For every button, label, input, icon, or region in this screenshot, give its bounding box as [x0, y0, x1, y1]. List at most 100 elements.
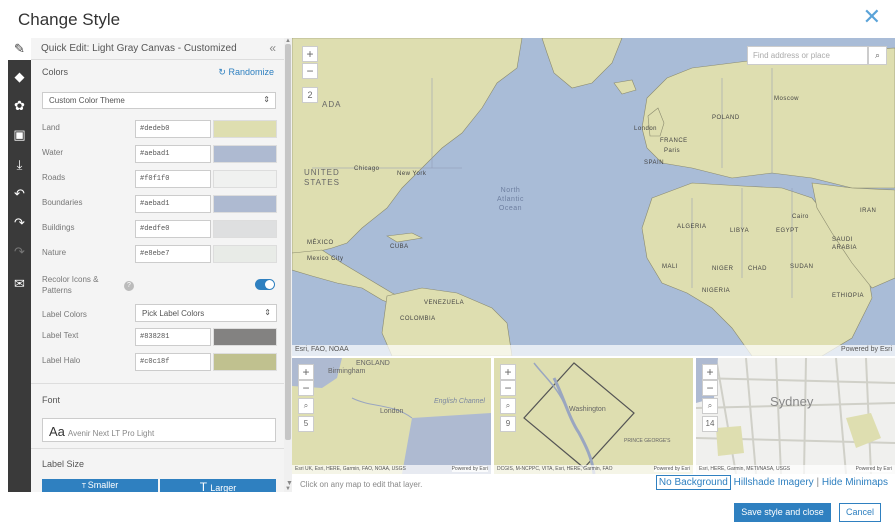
no-background-link[interactable]: No Background: [655, 475, 731, 490]
panel.label_rows-row: Label Halo #c0c18f: [31, 351, 284, 373]
zoom-in-button[interactable]: +: [500, 364, 516, 380]
map-label-ocean: North Atlantic Ocean: [497, 187, 524, 212]
minimap-london[interactable]: + − ⌕ 5 ENGLAND Birmingham London Englis…: [292, 358, 491, 474]
label-colors-select[interactable]: Pick Label Colors ⇕: [135, 304, 277, 322]
redo-icon[interactable]: ↷: [8, 212, 31, 234]
color-swatch[interactable]: [213, 120, 277, 138]
color-swatch[interactable]: [213, 195, 277, 213]
search-icon[interactable]: ⌕: [702, 398, 718, 414]
hex-input[interactable]: #c0c18f: [135, 353, 211, 371]
zoom-level: 2: [302, 87, 318, 103]
randomize-link[interactable]: ↻ Randomize: [218, 67, 274, 78]
map-attribution: DCGIS, M-NCPPC, VITA, Esri, HERE, Garmin…: [494, 465, 693, 474]
hex-input[interactable]: #dedeb0: [135, 120, 211, 138]
close-icon[interactable]: ✕: [863, 6, 881, 28]
hide-minimaps-link[interactable]: Hide Minimaps: [822, 477, 888, 488]
map-label-canada: ADA: [322, 100, 342, 109]
zoom-in-button[interactable]: +: [302, 46, 318, 62]
hex-input[interactable]: #dedfe0: [135, 220, 211, 238]
panel.color_rows-row: Boundaries #aebad1: [31, 193, 284, 215]
panel.color_rows-row: Roads #f0f1f0: [31, 168, 284, 190]
map-label: Washington: [569, 406, 606, 413]
main-map[interactable]: + − 2 Find address or place ⌕ ADA UNITED…: [292, 38, 895, 356]
pencil-icon[interactable]: ✎: [8, 38, 31, 60]
panel-scrollbar[interactable]: ▲ ▼: [284, 38, 292, 492]
map-label-mexico: MÉXICO: [307, 240, 334, 246]
hex-input[interactable]: #aebad1: [135, 195, 211, 213]
color-label: Water: [42, 148, 64, 157]
font-sample: Aa: [49, 424, 65, 439]
mail-icon[interactable]: ✉: [8, 273, 31, 295]
color-swatch[interactable]: [213, 170, 277, 188]
palette-icon[interactable]: ✿: [8, 95, 31, 117]
map-attribution: Esri, FAO, NOAA Powered by Esri: [292, 345, 895, 356]
map-label-france: FRANCE: [660, 138, 688, 144]
imagery-link[interactable]: Imagery: [778, 477, 814, 488]
download-icon[interactable]: ⤓: [8, 154, 31, 176]
zoom-out-button[interactable]: −: [298, 380, 314, 396]
hex-input[interactable]: #e8ebe7: [135, 245, 211, 263]
color-label: Label Halo: [42, 356, 81, 365]
font-picker[interactable]: Aa Avenir Next LT Pro Light: [42, 418, 276, 442]
layers-icon[interactable]: ◆: [8, 66, 31, 88]
panel.color_rows-row: Buildings #dedfe0: [31, 218, 284, 240]
font-name: Avenir Next LT Pro Light: [67, 429, 155, 438]
zoom-in-button[interactable]: +: [298, 364, 314, 380]
map-label-paris: Paris: [664, 148, 681, 154]
hillshade-link[interactable]: Hillshade: [734, 477, 775, 488]
map-label: Birmingham: [328, 368, 366, 375]
link-divider: |: [816, 477, 820, 488]
panel.label_rows-row: Label Text #838281: [31, 326, 284, 348]
hex-input[interactable]: #838281: [135, 328, 211, 346]
map-label-cairo: Cairo: [792, 214, 809, 220]
save-style-button[interactable]: Save style and close: [734, 503, 831, 522]
map-label: Sydney: [770, 394, 814, 409]
search-input[interactable]: Find address or place: [747, 46, 868, 65]
minimap-washington[interactable]: + − ⌕ 9 Washington PRINCE GEORGE'S DCGIS…: [494, 358, 693, 474]
color-label: Nature: [42, 248, 67, 257]
search-icon[interactable]: ⌕: [500, 398, 516, 414]
redo-disabled-icon: ↷: [14, 244, 25, 259]
search-icon[interactable]: ⌕: [868, 46, 887, 65]
recolor-toggle[interactable]: [255, 279, 275, 290]
hex-input[interactable]: #aebad1: [135, 145, 211, 163]
map-label-new-york: New York: [397, 171, 427, 177]
panel-title: Quick Edit: Light Gray Canvas - Customiz…: [41, 43, 237, 54]
color-swatch[interactable]: [213, 145, 277, 163]
map-label-chicago: Chicago: [354, 166, 380, 172]
style-toolbar: ✎ ◆ ✿ ▣ ⤓ ↶ ↷ ↷ ✉: [8, 38, 31, 492]
zoom-in-button[interactable]: +: [702, 364, 718, 380]
color-swatch[interactable]: [213, 353, 277, 371]
zoom-out-button[interactable]: −: [702, 380, 718, 396]
panel.color_rows-row: Water #aebad1: [31, 143, 284, 165]
search-icon[interactable]: ⌕: [298, 398, 314, 414]
color-label: Boundaries: [42, 198, 83, 207]
color-swatch[interactable]: [213, 220, 277, 238]
undo-icon[interactable]: ↶: [8, 183, 31, 205]
map-label-us: UNITED STATES: [304, 168, 340, 187]
map-label-chad: CHAD: [748, 266, 768, 272]
larger-button[interactable]: T Larger: [160, 479, 276, 492]
color-swatch[interactable]: [213, 328, 277, 346]
color-swatch[interactable]: [213, 245, 277, 263]
zoom-out-button[interactable]: −: [302, 63, 318, 79]
basemap-links: No Background Hillshade Imagery | Hide M…: [655, 475, 888, 490]
cancel-button[interactable]: Cancel: [839, 503, 881, 522]
map-label-mali: MALI: [662, 264, 679, 270]
smaller-button[interactable]: T Smaller: [42, 479, 158, 492]
zoom-level: 5: [298, 416, 314, 432]
zoom-out-button[interactable]: −: [500, 380, 516, 396]
collapse-icon[interactable]: «: [269, 41, 276, 55]
images-icon[interactable]: ▣: [8, 124, 31, 146]
minimap-sydney[interactable]: + − ⌕ 14 Sydney Esri, HERE, Garmin, METI…: [696, 358, 895, 474]
refresh-icon: ↻: [218, 67, 229, 77]
color-label: Land: [42, 123, 60, 132]
color-label: Label Text: [42, 331, 79, 340]
map-label-venezuela: VENEZUELA: [424, 300, 465, 306]
map-label-nigeria: NIGERIA: [702, 288, 731, 294]
color-theme-select[interactable]: Custom Color Theme ⇕: [42, 92, 276, 109]
hex-input[interactable]: #f0f1f0: [135, 170, 211, 188]
label-colors-label: Label Colors: [42, 310, 87, 319]
powered-by[interactable]: Powered by Esri: [841, 346, 892, 353]
info-icon[interactable]: ?: [124, 281, 134, 291]
